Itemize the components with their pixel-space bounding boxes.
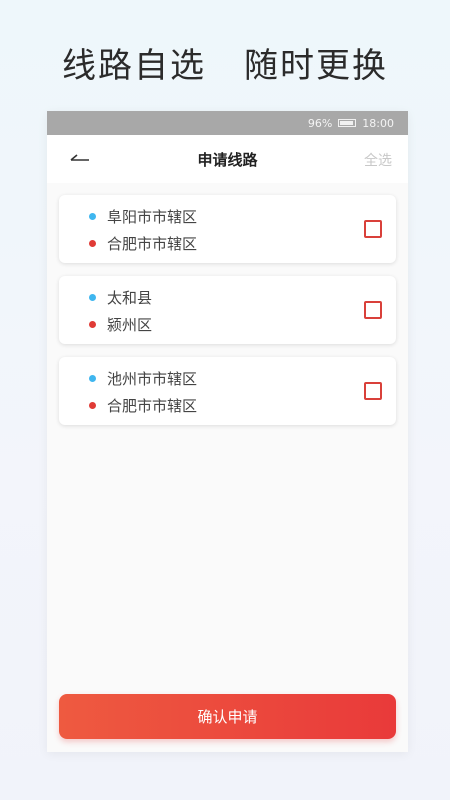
destination-label: 合肥市市辖区	[107, 397, 198, 415]
page-title: 申请线路	[197, 150, 258, 169]
back-arrow-icon	[70, 154, 89, 161]
origin-label: 池州市市辖区	[107, 370, 198, 388]
back-button[interactable]	[67, 147, 93, 171]
route-card[interactable]: 太和县 颍州区	[59, 276, 396, 344]
origin-label: 阜阳市市辖区	[107, 208, 198, 226]
origin-dot-icon	[89, 294, 96, 301]
route-checkbox[interactable]	[364, 220, 382, 238]
battery-icon	[338, 119, 357, 127]
promo-text-2: 随时更换	[244, 46, 388, 86]
route-checkbox[interactable]	[364, 382, 382, 400]
route-destination: 合肥市市辖区	[89, 395, 197, 416]
route-origin: 池州市市辖区	[89, 368, 197, 389]
route-destination: 合肥市市辖区	[89, 233, 197, 254]
route-card[interactable]: 阜阳市市辖区 合肥市市辖区	[59, 195, 396, 263]
route-card[interactable]: 池州市市辖区 合肥市市辖区	[59, 357, 396, 425]
confirm-apply-button[interactable]: 确认申请	[59, 694, 396, 739]
phone-screen: 96% 18:00 申请线路 全选 阜阳市市辖区 合肥市市辖区 太和县 颍州区 …	[47, 111, 408, 752]
destination-dot-icon	[89, 402, 96, 409]
route-checkbox[interactable]	[364, 301, 382, 319]
clock: 18:00	[362, 116, 394, 130]
nav-bar: 申请线路 全选	[47, 135, 408, 183]
promo-headline: 线路自选 随时更换	[0, 38, 450, 87]
promo-text-1: 线路自选	[62, 46, 206, 86]
route-origin: 阜阳市市辖区	[89, 206, 197, 227]
destination-dot-icon	[89, 240, 96, 247]
route-destination: 颍州区	[89, 314, 152, 335]
battery-percent: 96%	[307, 116, 333, 130]
route-list: 阜阳市市辖区 合肥市市辖区 太和县 颍州区 池州市市辖区 合肥市市辖区	[47, 183, 408, 425]
destination-dot-icon	[89, 321, 96, 328]
origin-dot-icon	[89, 375, 96, 382]
route-origin: 太和县	[89, 287, 152, 308]
select-all-button[interactable]: 全选	[364, 150, 392, 170]
destination-label: 合肥市市辖区	[107, 235, 198, 253]
origin-label: 太和县	[107, 289, 153, 307]
destination-label: 颍州区	[107, 316, 153, 334]
origin-dot-icon	[89, 213, 96, 220]
status-bar: 96% 18:00	[47, 111, 408, 135]
